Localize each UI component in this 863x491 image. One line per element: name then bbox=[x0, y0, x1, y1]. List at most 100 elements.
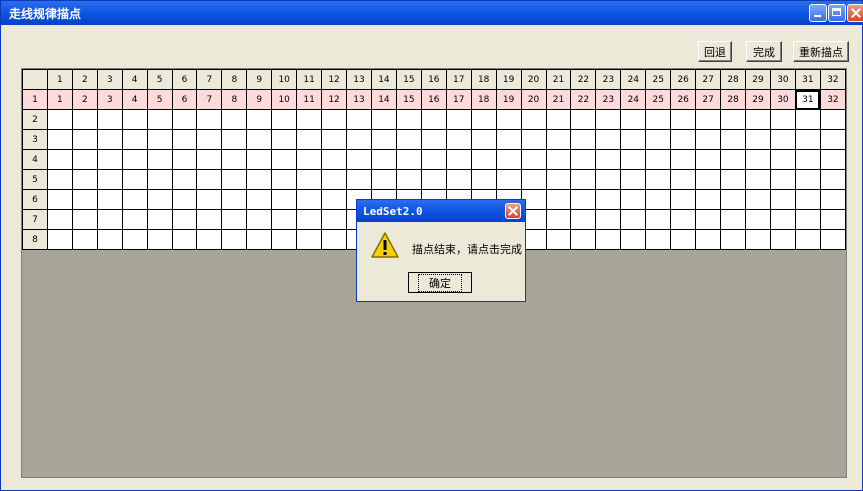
grid-cell[interactable] bbox=[720, 169, 747, 190]
column-header[interactable]: 5 bbox=[146, 69, 173, 90]
grid-cell[interactable] bbox=[420, 149, 447, 170]
grid-cell[interactable] bbox=[96, 169, 123, 190]
grid-cell[interactable] bbox=[570, 129, 597, 150]
grid-cell[interactable] bbox=[171, 229, 198, 250]
row-header[interactable]: 7 bbox=[22, 209, 48, 230]
grid-cell[interactable] bbox=[520, 129, 547, 150]
row-header[interactable]: 2 bbox=[22, 109, 48, 130]
grid-cell[interactable]: 22 bbox=[570, 89, 597, 110]
grid-cell[interactable]: 17 bbox=[445, 89, 472, 110]
grid-cell[interactable] bbox=[346, 129, 372, 150]
column-header[interactable]: 8 bbox=[221, 69, 248, 90]
grid-cell[interactable] bbox=[171, 149, 198, 170]
grid-cell[interactable] bbox=[71, 229, 98, 250]
grid-cell[interactable] bbox=[346, 169, 372, 190]
column-header[interactable]: 11 bbox=[296, 69, 323, 90]
grid-cell[interactable]: 12 bbox=[321, 89, 348, 110]
grid-cell[interactable] bbox=[271, 229, 298, 250]
grid-cell[interactable] bbox=[96, 129, 123, 150]
column-header[interactable]: 19 bbox=[495, 69, 522, 90]
column-header[interactable]: 25 bbox=[645, 69, 672, 90]
grid-cell[interactable] bbox=[570, 149, 597, 170]
grid-cell[interactable] bbox=[695, 129, 722, 150]
grid-cell[interactable] bbox=[620, 109, 647, 130]
grid-cell[interactable] bbox=[246, 229, 273, 250]
grid-cell[interactable] bbox=[620, 209, 647, 230]
grid-cell[interactable] bbox=[445, 129, 472, 150]
grid-cell[interactable] bbox=[196, 109, 223, 130]
dialog-close-button[interactable] bbox=[505, 203, 521, 219]
grid-cell[interactable]: 28 bbox=[720, 89, 747, 110]
grid-cell[interactable] bbox=[395, 109, 422, 130]
grid-cell[interactable] bbox=[96, 229, 123, 250]
grid-cell[interactable] bbox=[769, 209, 796, 230]
grid-cell[interactable] bbox=[221, 189, 248, 210]
grid-cell[interactable] bbox=[570, 189, 597, 210]
grid-cell[interactable] bbox=[196, 169, 223, 190]
grid-cell[interactable] bbox=[620, 129, 647, 150]
grid-cell[interactable] bbox=[395, 149, 422, 170]
grid-cell[interactable] bbox=[221, 209, 248, 230]
grid-cell[interactable]: 14 bbox=[370, 89, 397, 110]
column-header[interactable]: 27 bbox=[695, 69, 722, 90]
grid-cell[interactable] bbox=[745, 169, 771, 190]
grid-cell[interactable] bbox=[171, 169, 198, 190]
grid-cell[interactable] bbox=[670, 129, 697, 150]
grid-cell[interactable] bbox=[121, 149, 148, 170]
grid-cell[interactable] bbox=[620, 149, 647, 170]
grid-cell[interactable] bbox=[495, 169, 522, 190]
grid-cell[interactable] bbox=[346, 109, 372, 130]
grid-cell[interactable] bbox=[645, 229, 672, 250]
grid-cell[interactable] bbox=[520, 169, 547, 190]
column-header[interactable]: 4 bbox=[121, 69, 148, 90]
grid-cell[interactable] bbox=[595, 109, 622, 130]
grid-cell[interactable] bbox=[420, 109, 447, 130]
grid-cell[interactable]: 31 bbox=[794, 89, 821, 110]
grid-cell[interactable] bbox=[545, 129, 572, 150]
grid-cell[interactable] bbox=[146, 129, 173, 150]
grid-cell[interactable] bbox=[370, 149, 397, 170]
grid-cell[interactable]: 24 bbox=[620, 89, 647, 110]
grid-cell[interactable] bbox=[196, 189, 223, 210]
column-header[interactable]: 13 bbox=[346, 69, 372, 90]
grid-cell[interactable] bbox=[321, 129, 348, 150]
grid-cell[interactable] bbox=[819, 169, 847, 190]
grid-cell[interactable] bbox=[171, 129, 198, 150]
grid-cell[interactable] bbox=[196, 209, 223, 230]
grid-cell[interactable] bbox=[720, 229, 747, 250]
column-header[interactable]: 30 bbox=[769, 69, 796, 90]
grid-cell[interactable] bbox=[620, 229, 647, 250]
column-header[interactable]: 17 bbox=[445, 69, 472, 90]
grid-cell[interactable] bbox=[296, 169, 323, 190]
grid-cell[interactable] bbox=[769, 149, 796, 170]
grid-cell[interactable] bbox=[71, 209, 98, 230]
grid-cell[interactable] bbox=[370, 169, 397, 190]
grid-cell[interactable] bbox=[720, 109, 747, 130]
grid-cell[interactable] bbox=[121, 189, 148, 210]
grid-cell[interactable] bbox=[819, 229, 847, 250]
grid-cell[interactable] bbox=[321, 169, 348, 190]
grid-cell[interactable]: 3 bbox=[96, 89, 123, 110]
grid-cell[interactable] bbox=[46, 189, 73, 210]
grid-cell[interactable] bbox=[46, 109, 73, 130]
grid-cell[interactable] bbox=[645, 109, 672, 130]
grid-cell[interactable] bbox=[395, 129, 422, 150]
grid-cell[interactable] bbox=[71, 109, 98, 130]
grid-cell[interactable] bbox=[96, 149, 123, 170]
row-header[interactable]: 4 bbox=[22, 149, 48, 170]
column-header[interactable]: 9 bbox=[246, 69, 273, 90]
grid-cell[interactable] bbox=[695, 229, 722, 250]
grid-cell[interactable] bbox=[445, 169, 472, 190]
grid-cell[interactable] bbox=[645, 209, 672, 230]
grid-cell[interactable] bbox=[71, 129, 98, 150]
column-header[interactable]: 29 bbox=[745, 69, 771, 90]
grid-cell[interactable] bbox=[46, 169, 73, 190]
column-header[interactable]: 15 bbox=[395, 69, 422, 90]
grid-cell[interactable] bbox=[695, 109, 722, 130]
grid-cell[interactable] bbox=[296, 229, 323, 250]
grid-cell[interactable] bbox=[271, 129, 298, 150]
grid-cell[interactable] bbox=[171, 209, 198, 230]
grid-cell[interactable] bbox=[620, 169, 647, 190]
row-header[interactable]: 8 bbox=[22, 229, 48, 250]
grid-cell[interactable] bbox=[495, 109, 522, 130]
